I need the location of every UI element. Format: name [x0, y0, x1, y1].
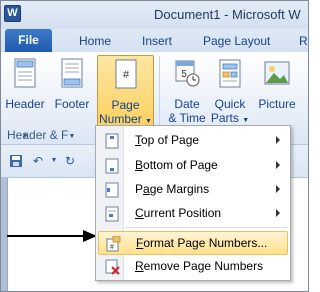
top-of-page-icon: [105, 133, 119, 149]
menu-item-label: Current Position: [135, 206, 222, 220]
bottom-of-page-icon: [105, 158, 119, 174]
date-time-button[interactable]: 5 Date & Time: [167, 55, 207, 127]
picture-button[interactable]: Picture: [255, 55, 299, 127]
date-time-label-line2: & Time: [168, 111, 206, 125]
save-icon[interactable]: [9, 154, 23, 168]
window-title: Document1 - Microsoft W: [154, 7, 301, 22]
word-app-icon[interactable]: W: [4, 5, 21, 22]
chevron-down-icon[interactable]: ▼: [47, 154, 61, 168]
tab-page-layout[interactable]: Page Layout: [203, 31, 270, 52]
menu-item-label: Bottom of Page: [135, 158, 218, 172]
undo-icon[interactable]: ↶: [31, 154, 45, 168]
footer-button[interactable]: Footer ▼: [52, 55, 92, 140]
page-number-icon: #: [115, 59, 136, 89]
menu-item-label: Top of Page: [135, 133, 200, 147]
header-icon: [14, 58, 36, 88]
date-time-label-line1: Date: [174, 97, 200, 111]
svg-text:5: 5: [181, 69, 187, 80]
ribbon-tabs: File Home Insert Page Layout R: [1, 29, 308, 52]
menu-item-format-page-numbers[interactable]: # Format Page Numbers...: [98, 231, 288, 255]
group-label-header-footer: Header & F: [7, 128, 69, 142]
footer-label: Footer: [54, 97, 90, 111]
annotation-arrow-icon: [7, 230, 97, 242]
svg-text:#: #: [110, 244, 114, 251]
menu-item-remove-page-numbers[interactable]: Remove Page Numbers: [98, 255, 288, 279]
format-page-numbers-icon: #: [106, 236, 121, 252]
quick-parts-button[interactable]: Quick Parts ▼: [210, 55, 250, 127]
tab-insert[interactable]: Insert: [142, 31, 172, 52]
current-position-icon: [105, 206, 119, 222]
menu-item-page-margins[interactable]: Page Margins: [98, 178, 288, 202]
chevron-down-icon: ▼: [68, 133, 76, 140]
menu-item-current-position[interactable]: Current Position: [98, 202, 288, 226]
picture-icon: [264, 61, 290, 85]
picture-label: Picture: [258, 97, 296, 111]
tab-home[interactable]: Home: [79, 31, 111, 52]
menu-separator: [126, 227, 288, 228]
page-number-button[interactable]: # Page Number ▼: [97, 55, 154, 127]
page-number-menu: Top of Page Bottom of Page Page Margins …: [95, 125, 291, 281]
quick-parts-icon: [219, 59, 241, 88]
footer-icon: [61, 58, 83, 88]
title-bar: W Document1 - Microsoft W: [1, 1, 308, 29]
quick-parts-label-line1: Quick: [214, 97, 246, 111]
menu-item-label: Page Margins: [135, 182, 210, 196]
menu-item-label: Format Page Numbers...: [136, 236, 268, 250]
submenu-arrow-icon: [276, 185, 280, 193]
word-window: W Document1 - Microsoft W File Home Inse…: [0, 0, 309, 292]
page-margins-icon: [105, 182, 119, 198]
menu-item-top-of-page[interactable]: Top of Page: [98, 129, 288, 153]
submenu-arrow-icon: [276, 161, 280, 169]
menu-item-label: Remove Page Numbers: [135, 259, 264, 273]
header-button[interactable]: Header ▼: [5, 55, 45, 140]
svg-text:#: #: [122, 69, 129, 81]
submenu-arrow-icon: [276, 209, 280, 217]
tab-file[interactable]: File: [5, 29, 52, 52]
remove-page-numbers-icon: [105, 259, 120, 275]
header-label: Header: [5, 97, 45, 111]
calendar-clock-icon: 5: [175, 60, 200, 87]
page-number-label-line1: Page: [111, 98, 140, 112]
tab-references[interactable]: R: [299, 31, 308, 52]
menu-item-bottom-of-page[interactable]: Bottom of Page: [98, 154, 288, 178]
submenu-arrow-icon: [276, 136, 280, 144]
redo-icon[interactable]: ↻: [63, 154, 77, 168]
